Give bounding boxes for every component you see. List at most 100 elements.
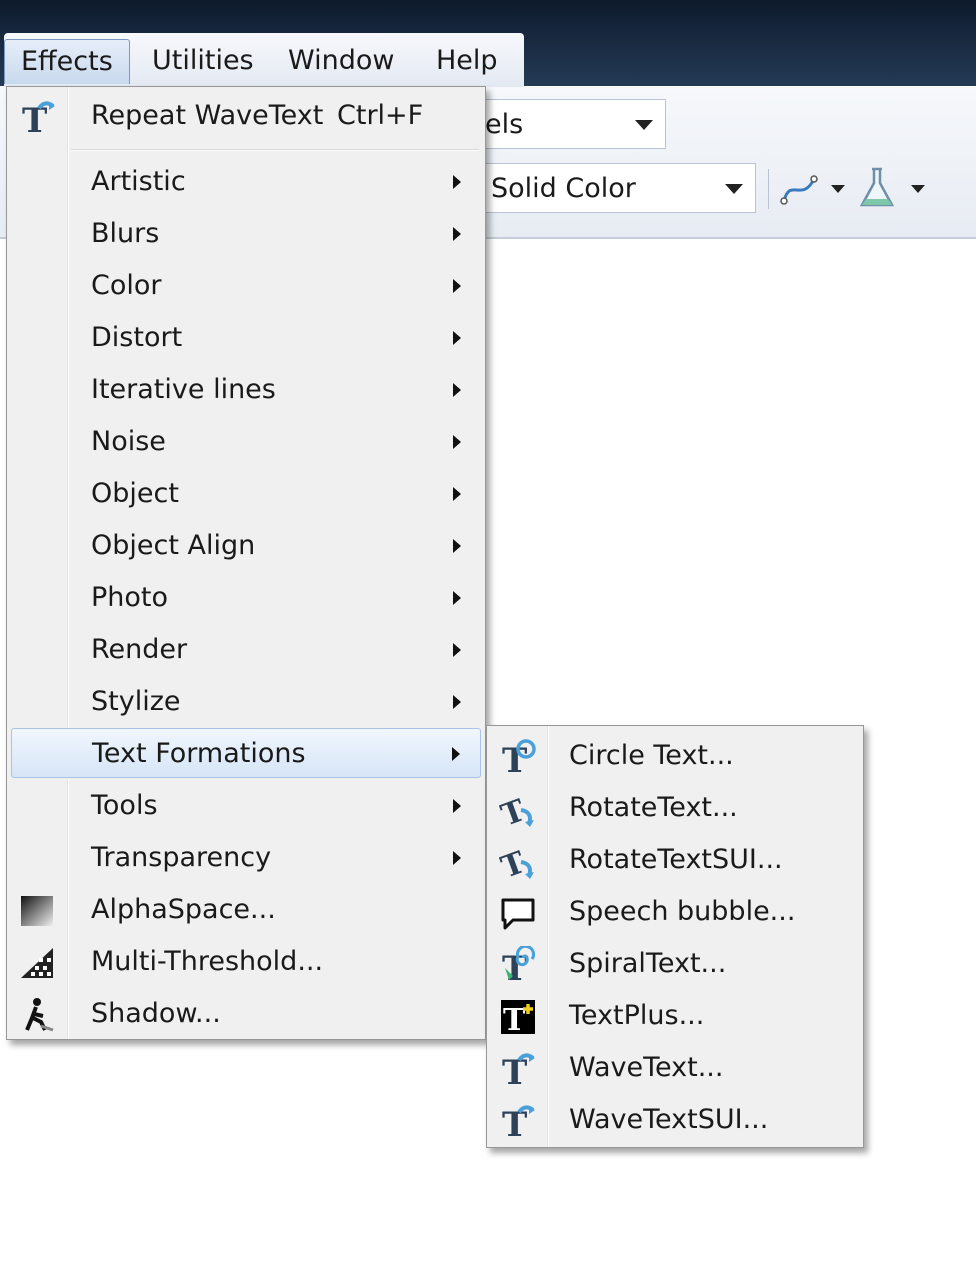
shadow-icon	[25, 998, 54, 1032]
submenu-arrow-icon	[453, 383, 461, 397]
menu-utilities[interactable]: Utilities	[136, 39, 270, 83]
fill-mode-combo-value: Solid Color	[491, 173, 636, 204]
units-combo[interactable]: els	[470, 99, 666, 149]
menu-item-label: Repeat WaveText	[91, 100, 324, 131]
svg-text:T: T	[503, 1003, 526, 1036]
curve-tool-icon[interactable]	[778, 169, 822, 209]
menu-item-photo[interactable]: Photo	[11, 573, 481, 623]
menu-item-repeat-wavetext[interactable]: T Repeat WaveText Ctrl+F	[11, 91, 481, 141]
wavetext-icon: T	[502, 1053, 535, 1088]
menu-item-label: SpiralText...	[569, 948, 727, 979]
menu-item-label: Speech bubble...	[569, 896, 796, 927]
menu-item-wavetext[interactable]: T WaveText...	[491, 1043, 859, 1093]
menu-item-stylize[interactable]: Stylize	[11, 677, 481, 727]
submenu-arrow-icon	[453, 227, 461, 241]
menu-window[interactable]: Window	[272, 39, 410, 83]
menu-item-speech-bubble[interactable]: Speech bubble...	[491, 887, 859, 937]
menu-item-label: Shadow...	[91, 998, 221, 1029]
menu-help[interactable]: Help	[420, 39, 514, 83]
menu-bar: Effects Utilities Window Help	[4, 33, 524, 87]
chevron-down-icon	[725, 184, 743, 194]
submenu-arrow-icon	[452, 747, 460, 761]
menu-item-alphaspace[interactable]: AlphaSpace...	[11, 885, 481, 935]
menu-item-color[interactable]: Color	[11, 261, 481, 311]
wavetext-icon: T	[22, 101, 55, 136]
menu-item-label: Distort	[91, 322, 183, 353]
submenu-arrow-icon	[453, 175, 461, 189]
rotate-text-icon: T	[499, 793, 534, 828]
submenu-arrow-icon	[453, 799, 461, 813]
menu-item-rotate-text-sui[interactable]: T RotateTextSUI...	[491, 835, 859, 885]
menu-item-iterative-lines[interactable]: Iterative lines	[11, 365, 481, 415]
menu-item-spiral-text[interactable]: T SpiralText...	[491, 939, 859, 989]
menu-item-text-formations[interactable]: Text Formations	[11, 728, 481, 778]
menu-item-transparency[interactable]: Transparency	[11, 833, 481, 883]
curve-dropdown-chevron-icon[interactable]	[831, 185, 845, 193]
menu-item-label: RotateText...	[569, 792, 738, 823]
menu-item-noise[interactable]: Noise	[11, 417, 481, 467]
submenu-arrow-icon	[453, 591, 461, 605]
menu-item-render[interactable]: Render	[11, 625, 481, 675]
menu-item-wavetext-sui[interactable]: T WaveTextSUI...	[491, 1095, 859, 1145]
fill-mode-combo[interactable]: Solid Color	[476, 163, 756, 213]
menu-item-label: Artistic	[91, 166, 186, 197]
submenu-arrow-icon	[453, 435, 461, 449]
submenu-arrow-icon	[453, 331, 461, 345]
menu-item-textplus[interactable]: T TextPlus...	[491, 991, 859, 1041]
units-combo-value: els	[485, 109, 524, 140]
submenu-arrow-icon	[453, 695, 461, 709]
menu-item-rotate-text[interactable]: T RotateText...	[491, 783, 859, 833]
menu-item-blurs[interactable]: Blurs	[11, 209, 481, 259]
menu-item-label: Transparency	[91, 842, 272, 873]
menu-item-label: Color	[91, 270, 162, 301]
menu-separator	[71, 149, 479, 151]
submenu-arrow-icon	[453, 643, 461, 657]
menu-item-label: Blurs	[91, 218, 160, 249]
chevron-down-icon	[635, 120, 653, 130]
menu-item-tools[interactable]: Tools	[11, 781, 481, 831]
menu-item-label: AlphaSpace...	[91, 894, 276, 925]
toolbar-separator	[768, 169, 769, 209]
multi-threshold-icon	[21, 948, 53, 978]
menu-item-label: RotateTextSUI...	[569, 844, 783, 875]
menu-item-label: Stylize	[91, 686, 181, 717]
rotate-text-sui-icon: T	[499, 845, 534, 880]
submenu-arrow-icon	[453, 487, 461, 501]
menu-item-label: Object	[91, 478, 179, 509]
menu-item-label: Text Formations	[92, 738, 306, 769]
menu-item-multi-threshold[interactable]: Multi-Threshold...	[11, 937, 481, 987]
menu-item-shadow[interactable]: Shadow...	[11, 989, 481, 1039]
effects-menu: T Repeat WaveText Ctrl+F Artistic Blurs …	[6, 86, 486, 1040]
spiral-text-icon: T	[502, 946, 536, 984]
menu-item-label: WaveText...	[569, 1052, 724, 1083]
menu-item-label: Render	[91, 634, 188, 665]
svg-text:T: T	[502, 949, 527, 984]
menu-item-label: Circle Text...	[569, 740, 734, 771]
menu-item-label: Tools	[91, 790, 158, 821]
menu-item-circle-text[interactable]: T Circle Text...	[491, 731, 859, 781]
svg-text:T: T	[502, 741, 527, 776]
submenu-arrow-icon	[453, 539, 461, 553]
flask-icon[interactable]	[856, 165, 898, 211]
text-formations-submenu: T Circle Text... T RotateText... T Rotat…	[486, 725, 864, 1148]
menu-item-label: Noise	[91, 426, 166, 457]
menu-item-label: Photo	[91, 582, 169, 613]
circle-text-icon: T	[502, 739, 536, 776]
alphaspace-icon	[21, 896, 53, 926]
flask-dropdown-chevron-icon[interactable]	[911, 185, 925, 193]
menu-item-object[interactable]: Object	[11, 469, 481, 519]
speech-bubble-icon	[501, 898, 535, 930]
menu-item-distort[interactable]: Distort	[11, 313, 481, 363]
submenu-arrow-icon	[453, 279, 461, 293]
menu-item-label: WaveTextSUI...	[569, 1104, 769, 1135]
submenu-arrow-icon	[453, 851, 461, 865]
menu-item-shortcut: Ctrl+F	[337, 100, 424, 131]
menu-item-label: Iterative lines	[91, 374, 276, 405]
menu-effects[interactable]: Effects	[4, 39, 130, 84]
menu-item-label: Multi-Threshold...	[91, 946, 324, 977]
textplus-icon: T	[501, 1000, 535, 1036]
wavetext-sui-icon: T	[502, 1105, 535, 1140]
menu-item-artistic[interactable]: Artistic	[11, 157, 481, 207]
menu-item-object-align[interactable]: Object Align	[11, 521, 481, 571]
menu-item-label: Object Align	[91, 530, 256, 561]
